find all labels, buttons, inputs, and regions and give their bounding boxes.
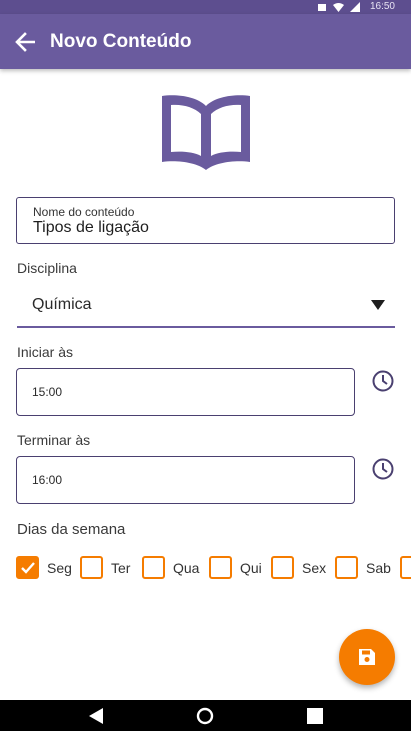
start-time-picker-button[interactable] xyxy=(371,369,395,393)
subject-value: Química xyxy=(32,296,92,313)
day-label: Ter xyxy=(111,560,131,576)
weekdays-label: Dias da semana xyxy=(17,521,126,538)
day-label: Sab xyxy=(366,560,391,576)
page-title: Novo Conteúdo xyxy=(50,31,192,52)
checkbox[interactable] xyxy=(400,556,411,579)
home-circle-icon xyxy=(196,707,214,725)
clock-icon xyxy=(372,370,394,392)
open-book-icon xyxy=(162,95,250,170)
checkbox[interactable] xyxy=(16,556,39,579)
status-bar: 16:50 xyxy=(0,0,411,14)
content-name-field[interactable]: Nome do conteúdo Tipos de ligação xyxy=(16,197,395,244)
checkbox[interactable] xyxy=(209,556,232,579)
check-icon xyxy=(21,562,35,574)
start-time-field[interactable]: 15:00 xyxy=(16,368,355,416)
day-checkbox-dom[interactable] xyxy=(400,555,411,581)
signal-icon xyxy=(349,2,360,12)
content-name-value: Tipos de ligação xyxy=(33,219,149,236)
status-time: 16:50 xyxy=(369,1,395,12)
nav-back-button[interactable] xyxy=(86,706,106,726)
back-triangle-icon xyxy=(89,708,103,724)
app-bar: Novo Conteúdo xyxy=(0,14,411,69)
status-icons: 16:50 xyxy=(317,1,395,13)
wifi-icon xyxy=(332,2,344,12)
start-time-value: 15:00 xyxy=(32,385,63,399)
clock-icon xyxy=(372,458,394,480)
system-nav-bar xyxy=(0,700,411,731)
checkbox[interactable] xyxy=(80,556,103,579)
arrow-back-icon xyxy=(15,32,35,52)
checkbox[interactable] xyxy=(271,556,294,579)
start-time-label: Iniciar às xyxy=(17,344,74,360)
checkbox[interactable] xyxy=(142,556,165,579)
dropdown-arrow-icon xyxy=(371,300,385,310)
back-button[interactable] xyxy=(10,27,40,57)
day-label: Qui xyxy=(240,560,262,576)
day-label: Qua xyxy=(173,560,200,576)
day-label: Seg xyxy=(47,560,72,576)
subject-dropdown[interactable]: Química xyxy=(17,288,395,328)
end-time-field[interactable]: 16:00 xyxy=(16,456,355,504)
content-name-label: Nome do conteúdo xyxy=(33,205,135,219)
battery-icon xyxy=(317,3,326,11)
day-label: Sex xyxy=(302,560,327,576)
recents-square-icon xyxy=(307,708,323,724)
subject-label: Disciplina xyxy=(17,260,77,276)
save-button[interactable] xyxy=(339,629,395,685)
end-time-value: 16:00 xyxy=(32,473,63,487)
save-icon xyxy=(359,649,375,665)
end-time-label: Terminar às xyxy=(17,432,91,448)
nav-recents-button[interactable] xyxy=(305,706,325,726)
nav-home-button[interactable] xyxy=(195,706,215,726)
checkbox[interactable] xyxy=(335,556,358,579)
end-time-picker-button[interactable] xyxy=(371,457,395,481)
